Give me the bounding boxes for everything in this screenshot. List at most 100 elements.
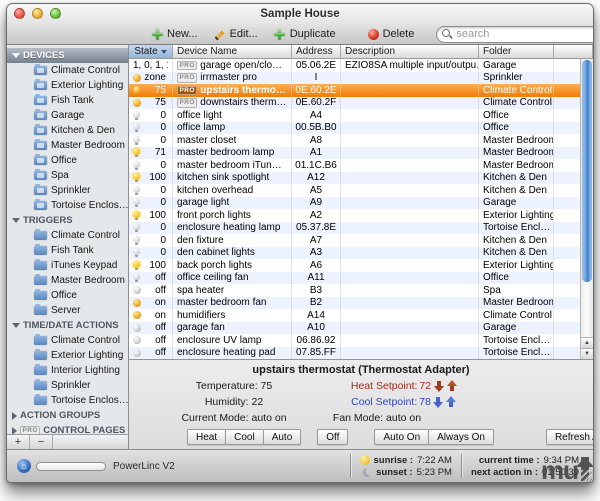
device-description <box>341 297 479 310</box>
disclosure-triangle-icon[interactable] <box>12 323 20 328</box>
search-field[interactable] <box>436 26 594 43</box>
sidebar-group-triggers[interactable]: TRIGGERS <box>7 213 128 228</box>
sidebar-item-interior-lighting[interactable]: Interior Lighting <box>7 363 128 378</box>
sidebar-item-master-bedroom[interactable]: Master Bedroom <box>7 273 128 288</box>
sidebar-item-climate-control[interactable]: Climate Control <box>7 63 128 78</box>
table-row[interactable]: 100front porch lightsA2Exterior Lighting <box>129 209 593 222</box>
sidebar-item-sprinkler[interactable]: Sprinkler <box>7 183 128 198</box>
sidebar-item-sprinkler[interactable]: Sprinkler <box>7 378 128 393</box>
table-row[interactable]: 71master bedroom lampA1Master Bedroom <box>129 147 593 160</box>
device-folder: Office <box>479 122 554 135</box>
bulb-off-icon <box>133 136 140 143</box>
table-row[interactable]: 0office lightA4Office <box>129 109 593 122</box>
column-header-folder[interactable]: Folder <box>479 45 554 59</box>
column-header-device-name[interactable]: Device Name <box>173 45 292 59</box>
device-description <box>341 247 479 260</box>
disclosure-triangle-icon[interactable] <box>12 427 17 435</box>
scroll-down-button[interactable]: ▼ <box>581 348 593 359</box>
sidebar-item-climate-control[interactable]: Climate Control <box>7 228 128 243</box>
table-row[interactable]: onmaster bedroom fanB2Master Bedroom <box>129 297 593 310</box>
cool-setpoint-up-button[interactable] <box>446 396 457 408</box>
table-row[interactable]: onhumidifiersA14Climate Control <box>129 309 593 322</box>
cool-setpoint-down-button[interactable] <box>433 396 444 408</box>
titlebar[interactable]: Sample House <box>7 4 593 23</box>
detail-title: upstairs thermostat (Thermostat Adapter) <box>129 364 593 376</box>
table-row[interactable]: offenclosure heating pad07.85.FFTortoise… <box>129 347 593 360</box>
search-input[interactable] <box>456 28 594 40</box>
table-row[interactable]: 100back porch lightsA6Exterior Lighting <box>129 259 593 272</box>
table-row[interactable]: 1, 0, 1, 1PROgarage open/close…05.06.2EE… <box>129 59 593 72</box>
vertical-scrollbar[interactable]: ▲ ▼ <box>580 59 593 359</box>
scrollbar-thumb[interactable] <box>582 60 592 282</box>
device-folder-value: Exterior Lighting <box>483 260 554 271</box>
table-row[interactable]: 0enclosure heating lamp05.37.8ETortoise … <box>129 222 593 235</box>
column-header-description[interactable]: Description <box>341 45 479 59</box>
device-address-value: A8 <box>310 135 322 146</box>
sidebar-group-devices[interactable]: DEVICES <box>7 48 128 63</box>
sidebar-item-exterior-lighting[interactable]: Exterior Lighting <box>7 78 128 93</box>
sidebar-group-action-groups[interactable]: ACTION GROUPS <box>7 408 128 423</box>
folder-icon <box>34 171 47 180</box>
table-row[interactable]: zonePROirrmaster proISprinkler <box>129 72 593 85</box>
disclosure-triangle-icon[interactable] <box>12 412 17 420</box>
sidebar-item-fish-tank[interactable]: Fish Tank <box>7 93 128 108</box>
current-mode-readout: Current Mode: auto on <box>129 412 339 424</box>
heat-setpoint-up-button[interactable] <box>446 380 457 392</box>
table-row[interactable]: 0office lamp00.5B.B0Office <box>129 122 593 135</box>
sidebar-item-tortoise-enclos[interactable]: Tortoise Enclos… <box>7 198 128 213</box>
sidebar-item-kitchen-den[interactable]: Kitchen & Den <box>7 123 128 138</box>
table-row[interactable]: offenclosure UV lamp06.86.92Tortoise Enc… <box>129 334 593 347</box>
sidebar-item-spa[interactable]: Spa <box>7 168 128 183</box>
sidebar-item-server[interactable]: Server <box>7 303 128 318</box>
table-row[interactable]: offgarage fanA10Garage <box>129 322 593 335</box>
remove-folder-button[interactable]: − <box>30 435 53 449</box>
delete-button[interactable]: Delete <box>368 28 415 40</box>
sidebar-item-master-bedroom[interactable]: Master Bedroom <box>7 138 128 153</box>
add-folder-button[interactable]: + <box>7 435 30 449</box>
resize-grip[interactable] <box>581 470 592 481</box>
table-row[interactable]: 0garage lightA9Garage <box>129 197 593 210</box>
heat-mode-button[interactable]: Heat <box>187 429 226 445</box>
sidebar-group-control-pages[interactable]: PROCONTROL PAGES <box>7 423 128 434</box>
table-row[interactable]: 75PROupstairs thermostat0E.60.2EClimate … <box>129 84 593 97</box>
table-row[interactable]: 0den cabinet lightsA3Kitchen & Den <box>129 247 593 260</box>
table-row[interactable]: offspa heaterB3Spa <box>129 284 593 297</box>
sunset-label: sunset : <box>376 467 412 478</box>
auto-mode-button[interactable]: Auto <box>263 429 302 445</box>
table-row[interactable]: 100kitchen sink spotlightA12Kitchen & De… <box>129 172 593 185</box>
device-address-value: A14 <box>307 310 325 321</box>
device-state-cell: off <box>129 272 173 285</box>
disclosure-triangle-icon[interactable] <box>12 53 20 58</box>
table-row[interactable]: 75PROdownstairs therm…0E.60.2FClimate Co… <box>129 97 593 110</box>
cool-mode-button[interactable]: Cool <box>225 429 264 445</box>
sidebar-item-office[interactable]: Office <box>7 153 128 168</box>
scroll-up-button[interactable]: ▲ <box>581 337 593 348</box>
device-name-cell: kitchen sink spotlight <box>173 172 292 185</box>
fan-auto-on-button[interactable]: Auto On <box>374 429 429 445</box>
device-name-cell: PROdownstairs therm… <box>173 97 292 110</box>
table-row[interactable]: offoffice ceiling fanA11Office <box>129 272 593 285</box>
refresh-all-button[interactable]: Refresh All <box>546 429 593 445</box>
heat-setpoint-down-button[interactable] <box>433 380 444 392</box>
table-row[interactable]: 0kitchen overheadA5Kitchen & Den <box>129 184 593 197</box>
edit-button[interactable]: Edit... <box>214 28 258 40</box>
table-row[interactable]: 0master bedroom iTunes…01.1C.B6Master Be… <box>129 159 593 172</box>
fan-always-on-button[interactable]: Always On <box>428 429 494 445</box>
table-row[interactable]: 0den fixtureA7Kitchen & Den <box>129 234 593 247</box>
table-row[interactable]: 0master closetA8Master Bedroom <box>129 134 593 147</box>
sidebar-group-time-date-actions[interactable]: TIME/DATE ACTIONS <box>7 318 128 333</box>
duplicate-button[interactable]: Duplicate <box>274 28 336 40</box>
sidebar-item-garage[interactable]: Garage <box>7 108 128 123</box>
sidebar-item-fish-tank[interactable]: Fish Tank <box>7 243 128 258</box>
off-mode-button[interactable]: Off <box>317 429 348 445</box>
column-header-state[interactable]: State <box>129 45 173 59</box>
device-name: den cabinet lights <box>177 247 255 258</box>
sidebar-item-exterior-lighting[interactable]: Exterior Lighting <box>7 348 128 363</box>
sidebar-item-tortoise-enclos[interactable]: Tortoise Enclos… <box>7 393 128 408</box>
sidebar-item-office[interactable]: Office <box>7 288 128 303</box>
disclosure-triangle-icon[interactable] <box>12 218 20 223</box>
sidebar-item-climate-control[interactable]: Climate Control <box>7 333 128 348</box>
sidebar-item-itunes-keypad[interactable]: iTunes Keypad <box>7 258 128 273</box>
column-header-address[interactable]: Address <box>292 45 341 59</box>
new-button[interactable]: New... <box>151 28 198 40</box>
